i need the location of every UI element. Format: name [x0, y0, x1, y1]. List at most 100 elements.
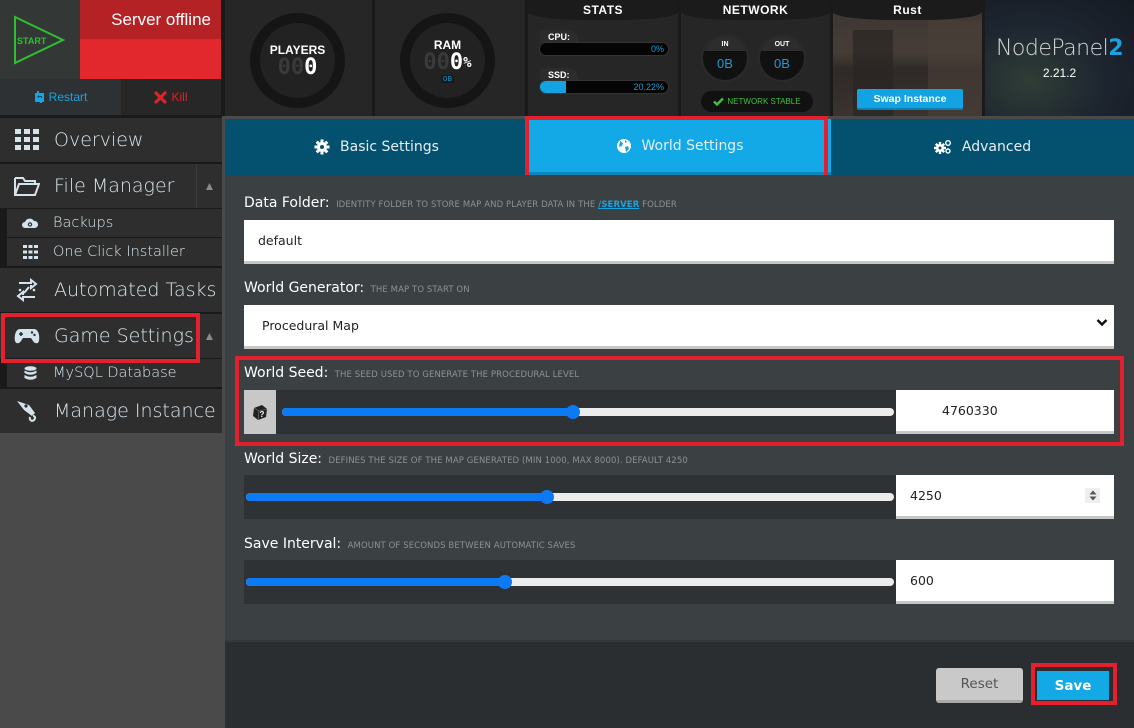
- world-seed-label: World Seed: THE SEED USED TO GENERATE TH…: [244, 365, 580, 381]
- start-button[interactable]: START: [0, 0, 80, 79]
- save-button[interactable]: Save: [1037, 671, 1109, 700]
- world-seed-slider-thumb[interactable]: [565, 405, 580, 419]
- database-icon: [7, 365, 53, 381]
- folder-icon: [0, 175, 54, 197]
- gears-icon: [933, 140, 951, 154]
- sidebar-item-label: Overview: [54, 129, 144, 151]
- sidebar-item-overview[interactable]: Overview: [0, 116, 222, 162]
- players-widget: PLAYERS 000: [222, 0, 372, 116]
- world-generator-select[interactable]: Procedural Map: [244, 305, 1114, 349]
- app-root: START Server offline Restart Kill PLAYER…: [0, 0, 1134, 728]
- players-count: 0: [304, 54, 318, 80]
- network-out-label: OUT: [760, 36, 804, 51]
- world-seed-slider-fill: [282, 408, 573, 416]
- network-widget: NETWORK IN 0B OUT 0B NETWORK STABLE: [678, 0, 830, 116]
- ram-widget: RAM 000% 0B: [372, 0, 525, 116]
- save-interval-label: Save Interval: AMOUNT OF SECONDS BETWEEN…: [244, 536, 576, 552]
- world-generator-hint: THE MAP TO START ON: [370, 285, 470, 295]
- save-interval-slider-thumb[interactable]: [498, 575, 513, 589]
- status-text: Server offline: [80, 0, 221, 39]
- ssd-bar-fill: [540, 81, 566, 93]
- players-ghost-digits: 00: [277, 54, 305, 80]
- randomize-seed-button[interactable]: ?: [244, 390, 276, 434]
- sidebar-item-game-settings[interactable]: Game Settings ▲: [0, 312, 222, 358]
- save-interval-value: 600: [910, 573, 934, 588]
- network-in-value: 0B: [717, 56, 733, 71]
- network-title: NETWORK: [681, 0, 830, 20]
- ram-value: 0: [449, 50, 464, 75]
- brand-logo: NodePanel2: [995, 36, 1124, 61]
- ram-unit: %: [463, 55, 472, 71]
- collapse-caret-icon[interactable]: ▲: [196, 164, 222, 208]
- world-size-hint: DEFINES THE SIZE OF THE MAP GENERATED (M…: [328, 456, 688, 466]
- world-seed-value: 4760330: [942, 403, 998, 418]
- dice-icon: ?: [253, 405, 268, 421]
- save-interval-input[interactable]: 600: [896, 560, 1114, 604]
- ssd-bar: 20.22%: [539, 80, 669, 94]
- kill-button[interactable]: Kill: [121, 79, 221, 115]
- restart-button[interactable]: Restart: [0, 79, 121, 115]
- settings-tabs: Basic Settings World Settings Advanced: [225, 119, 1134, 175]
- form-footer: Reset Save: [225, 640, 1134, 728]
- sidebar-subitem-one-click-installer[interactable]: One Click Installer: [7, 237, 222, 266]
- world-size-row: 4250: [244, 475, 1114, 519]
- world-generator-label: World Generator: THE MAP TO START ON: [244, 280, 470, 296]
- tab-label: Basic Settings: [340, 139, 439, 155]
- sidebar-subitem-label: One Click Installer: [53, 244, 185, 260]
- tab-label: Advanced: [961, 139, 1032, 155]
- world-size-slider[interactable]: [246, 490, 894, 504]
- tab-advanced[interactable]: Advanced: [831, 119, 1134, 175]
- world-seed-row: ? 4760330: [244, 390, 1114, 434]
- sidebar-item-file-manager[interactable]: File Manager ▲: [0, 162, 222, 208]
- swap-instance-button[interactable]: Swap Instance: [857, 89, 963, 110]
- players-gauge: PLAYERS 000: [250, 13, 345, 108]
- tab-world-settings[interactable]: World Settings: [528, 119, 831, 175]
- restart-label: Restart: [48, 90, 88, 104]
- server-folder-link[interactable]: /SERVER: [598, 200, 639, 210]
- start-label: START: [17, 36, 47, 46]
- sidebar-item-automated-tasks[interactable]: Automated Tasks: [0, 266, 222, 312]
- world-seed-input[interactable]: 4760330: [896, 390, 1114, 434]
- restart-icon: [34, 91, 44, 103]
- world-seed-hint: THE SEED USED TO GENERATE THE PROCEDURAL…: [334, 370, 580, 380]
- world-settings-form: Data Folder: IDENTITY FOLDER TO STORE MA…: [225, 175, 1134, 640]
- collapse-caret-icon[interactable]: ▲: [196, 314, 222, 358]
- server-control: START Server offline Restart Kill: [0, 0, 222, 116]
- network-in-label: IN: [703, 36, 747, 51]
- data-folder-input[interactable]: [244, 220, 1114, 264]
- spinner-arrows-icon: [1089, 490, 1096, 501]
- server-status: Server offline: [80, 0, 221, 79]
- ssd-label: SSD:: [540, 68, 578, 80]
- save-interval-row: 600: [244, 560, 1114, 604]
- close-icon: [154, 90, 168, 104]
- sidebar-item-label: Manage Instance: [54, 400, 216, 422]
- grid-icon: [0, 129, 54, 151]
- save-interval-slider-fill: [246, 578, 506, 586]
- save-interval-slider[interactable]: [246, 575, 894, 589]
- sidebar-item-label: Automated Tasks: [54, 279, 217, 301]
- world-size-slider-thumb[interactable]: [539, 490, 554, 504]
- world-seed-slider[interactable]: [282, 405, 894, 419]
- sidebar-subitem-label: Backups: [53, 215, 114, 231]
- brand-widget: NodePanel2 2.21.2: [982, 0, 1134, 116]
- tab-basic-settings[interactable]: Basic Settings: [225, 119, 528, 175]
- sidebar-subitem-backups[interactable]: Backups: [7, 208, 222, 237]
- sidebar-item-manage-instance[interactable]: Manage Instance: [0, 387, 222, 433]
- world-size-input[interactable]: 4250: [896, 475, 1114, 519]
- reset-button[interactable]: Reset: [936, 668, 1023, 703]
- network-out: OUT 0B: [758, 34, 806, 82]
- gear-icon: [314, 139, 330, 155]
- instance-title: Rust: [833, 0, 982, 20]
- sidebar-subitem-mysql-database[interactable]: MySQL Database: [7, 358, 222, 387]
- network-out-value: 0B: [774, 56, 790, 71]
- ram-gauge: RAM 000% 0B: [400, 13, 495, 108]
- ram-ghost-digits: 00: [423, 50, 450, 75]
- instance-widget: Rust Swap Instance: [830, 0, 982, 116]
- world-size-label: World Size: DEFINES THE SIZE OF THE MAP …: [244, 451, 688, 467]
- number-spinner[interactable]: [1085, 488, 1100, 503]
- tab-label: World Settings: [641, 137, 744, 154]
- sidebar: Overview File Manager ▲ Backups One Clic…: [0, 116, 222, 433]
- data-folder-label: Data Folder: IDENTITY FOLDER TO STORE MA…: [244, 195, 677, 211]
- scheduled-tasks-icon: [0, 278, 54, 302]
- save-interval-hint: AMOUNT OF SECONDS BETWEEN AUTOMATIC SAVE…: [347, 541, 576, 551]
